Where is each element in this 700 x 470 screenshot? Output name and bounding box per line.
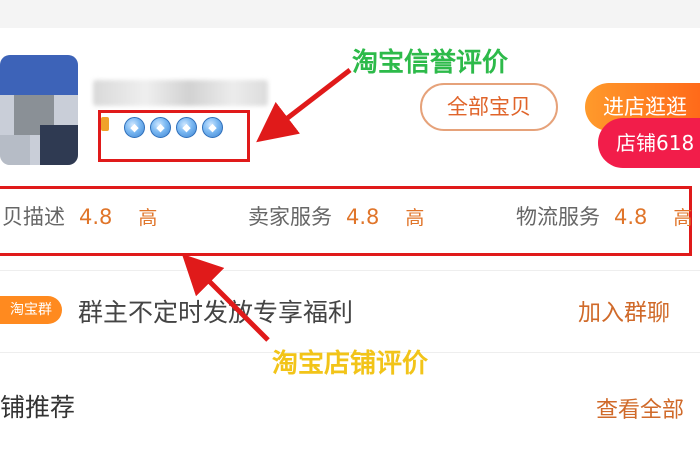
avatar-block [0, 55, 78, 95]
rating-label: 物流服务 [516, 205, 600, 229]
rating-label: 卖家服务 [248, 205, 332, 229]
rating-level: 高 [673, 207, 693, 229]
rating-description: 贝描述 4.8 高 [2, 201, 157, 231]
rating-label: 贝描述 [2, 205, 65, 229]
rating-seller-service: 卖家服务 4.8 高 [248, 201, 424, 231]
avatar-block [0, 135, 30, 165]
shop-name-blurred [93, 80, 268, 106]
annotation-credit-label: 淘宝信誉评价 [352, 48, 509, 78]
credit-highlight-box [98, 110, 250, 162]
avatar-block [40, 125, 78, 165]
top-strip [0, 0, 700, 28]
shop-avatar[interactable] [0, 55, 78, 165]
rating-value: 4.8 [79, 205, 113, 229]
rating-logistics: 物流服务 4.8 高 [516, 201, 692, 231]
recommend-title: 铺推荐 [0, 393, 76, 422]
rating-level: 高 [138, 207, 158, 229]
rating-level: 高 [405, 207, 425, 229]
rating-value: 4.8 [346, 205, 380, 229]
fans-group-text: 群主不定时发放专享福利 [78, 298, 354, 327]
all-items-button[interactable]: 全部宝贝 [420, 83, 558, 131]
store-promo-button[interactable]: 店铺618 [598, 118, 700, 168]
annotation-store-rating-label: 淘宝店铺评价 [272, 349, 429, 379]
divider [0, 270, 700, 271]
view-all-link[interactable]: 查看全部 [596, 392, 684, 424]
rating-value: 4.8 [614, 205, 648, 229]
fans-group-badge: 淘宝群 [0, 296, 62, 324]
join-group-button[interactable]: 加入群聊 [578, 293, 670, 327]
